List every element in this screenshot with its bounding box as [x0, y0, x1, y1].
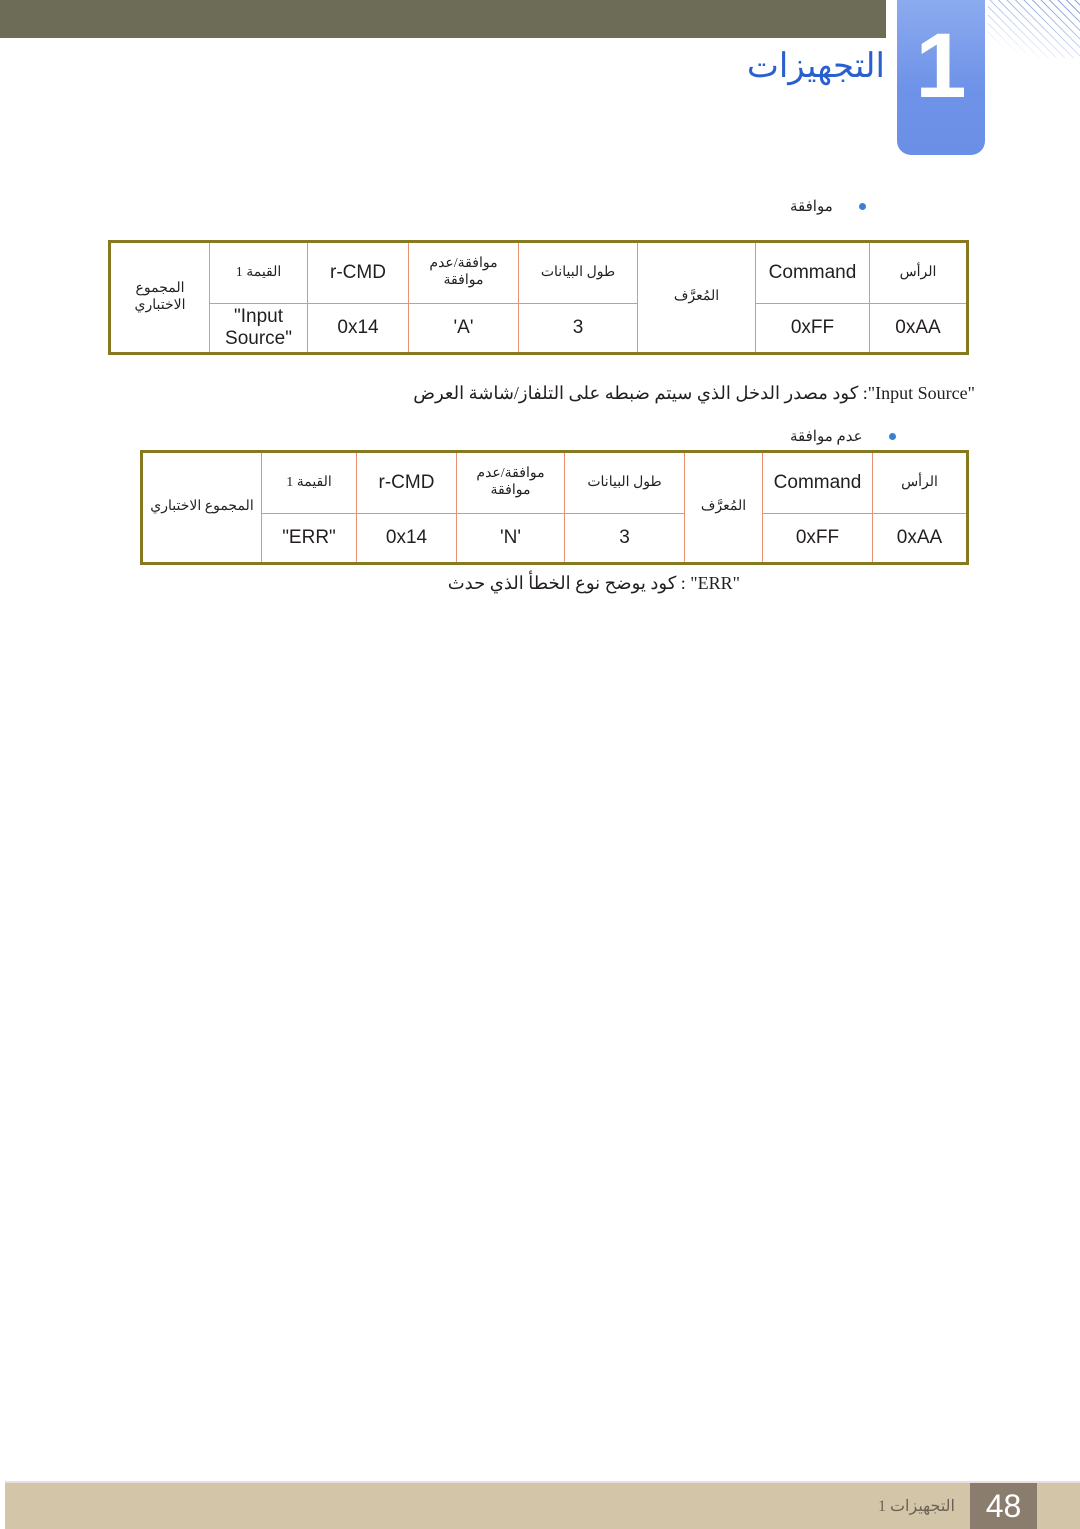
cell-header-command: Command — [762, 451, 873, 514]
cell-value-rcmd: 0x14 — [356, 513, 457, 564]
cell-header-identifier: المُعرَّف — [684, 451, 763, 564]
page-footer: التجهيزات 1 48 — [5, 1481, 1080, 1529]
cell-header-identifier: المُعرَّف — [637, 241, 756, 354]
cell-value-value1: "Input Source" — [209, 303, 308, 354]
page-number-box: 48 — [970, 1483, 1037, 1529]
cell-header-data-length: طول البيانات — [518, 241, 638, 304]
protocol-table-ack: الرأس Command المُعرَّف طول البيانات موا… — [108, 240, 969, 355]
cell-header-data-length: طول البيانات — [564, 451, 685, 514]
protocol-table-nak: الرأس Command المُعرَّف طول البيانات موا… — [140, 450, 969, 565]
chapter-number: 1 — [915, 15, 967, 117]
footer-chapter-label: التجهيزات 1 — [877, 1498, 955, 1515]
cell-value-header: 0xAA — [872, 513, 968, 564]
bullet-dot-icon — [888, 433, 896, 440]
page-header: 1 التجهيزات — [0, 0, 1080, 175]
cell-header-header: الرأس — [872, 451, 968, 514]
cell-header-rcmd: r-CMD — [356, 451, 457, 514]
header-hatch-decoration — [988, 0, 1080, 58]
bullet-label-nak: عدم موافقة — [790, 429, 863, 445]
cell-header-ack-nak: موافقة/عدم موافقة — [456, 451, 565, 514]
bullet-item-ack: موافقة — [790, 197, 866, 216]
cell-header-ack-nak: موافقة/عدم موافقة — [408, 241, 519, 304]
bullet-dot-icon — [858, 203, 866, 210]
cell-value-command: 0xFF — [755, 303, 870, 354]
cell-value-value1: "ERR" — [261, 513, 357, 564]
cell-value-data-length: 3 — [518, 303, 638, 354]
cell-value-data-length: 3 — [564, 513, 685, 564]
chapter-tab: 1 — [897, 0, 985, 155]
bullet-label-ack: موافقة — [790, 199, 833, 215]
cell-header-header: الرأس — [869, 241, 968, 304]
cell-header-value1: القيمة 1 — [261, 451, 357, 514]
bullet-item-nak: عدم موافقة — [790, 427, 896, 446]
page-number: 48 — [985, 1488, 1022, 1524]
table-row: 0xAA 0xFF 3 'A' 0x14 "Input Source" — [110, 303, 968, 354]
page-title: التجهيزات — [746, 48, 885, 85]
table-row: 0xAA 0xFF 3 'N' 0x14 "ERR" — [142, 513, 968, 564]
cell-header-rcmd: r-CMD — [307, 241, 409, 304]
cell-value-header: 0xAA — [869, 303, 968, 354]
table-row: الرأس Command المُعرَّف طول البيانات موا… — [141, 451, 968, 564]
cell-value-ack-nak: 'N' — [456, 513, 565, 564]
cell-header-command: Command — [755, 241, 870, 304]
cell-header-checksum: المجموع الاختباري — [109, 241, 210, 354]
note-input-source: "Input Source": كود مصدر الدخل الذي سيتم… — [413, 383, 975, 403]
note-err-code: "ERR" : كود يوضح نوع الخطأ الذي حدث — [447, 573, 740, 593]
cell-value-rcmd: 0x14 — [307, 303, 409, 354]
cell-header-checksum: المجموع الاختباري — [141, 451, 262, 564]
cell-header-value1: القيمة 1 — [209, 241, 308, 304]
cell-value-command: 0xFF — [762, 513, 873, 564]
header-olive-bar — [0, 0, 886, 38]
table-row: الرأس Command المُعرَّف طول البيانات موا… — [109, 241, 968, 354]
cell-value-ack-nak: 'A' — [408, 303, 519, 354]
